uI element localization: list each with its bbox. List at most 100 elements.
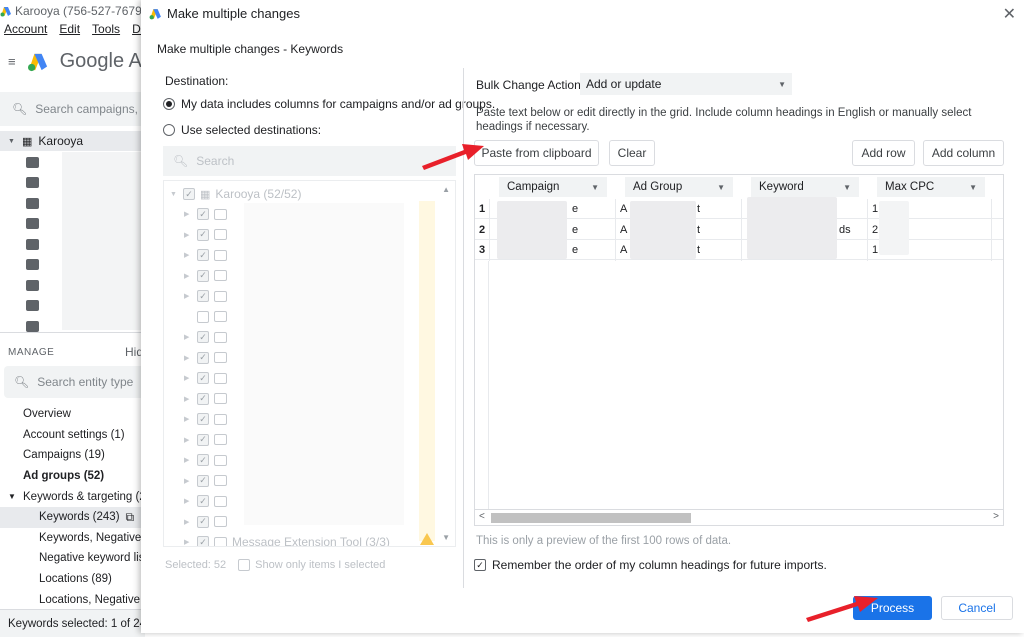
menu-account[interactable]: Account — [4, 22, 47, 36]
table-cell[interactable]: e — [572, 240, 578, 260]
tree-node[interactable]: ▶ ✓ — [184, 225, 227, 245]
table-cell[interactable]: 1 — [872, 240, 878, 260]
bulk-change-select[interactable]: Add or update ▼ — [580, 73, 792, 95]
expand-triangle-icon[interactable]: ▶ — [184, 456, 192, 464]
table-cell[interactable]: 2 — [872, 220, 878, 240]
tree-node-last[interactable]: ▶ ✓ Message Extension Tool (3/3) — [184, 532, 390, 546]
expand-triangle-icon[interactable]: ▶ — [184, 538, 192, 546]
table-cell[interactable]: A — [620, 199, 627, 219]
checkbox[interactable]: ✓ — [197, 331, 209, 343]
checkbox[interactable]: ✓ — [197, 392, 209, 405]
open-external-icon[interactable]: ⧉ — [126, 510, 135, 525]
scroll-right-icon[interactable]: > — [993, 511, 999, 522]
column-header-campaign[interactable]: Campaign ▼ — [499, 177, 607, 197]
table-cell[interactable]: ds — [839, 220, 851, 240]
checkbox[interactable]: ✓ — [197, 269, 209, 282]
checkbox[interactable]: ✓ — [183, 188, 195, 200]
manage-item-keywords[interactable]: Keywords (243) ⧉ — [0, 506, 145, 528]
collapse-menu-icon[interactable]: ≡ — [8, 54, 16, 69]
tree-node[interactable]: ▶ ✓ — [184, 471, 227, 491]
expand-triangle-icon[interactable]: ▶ — [184, 231, 192, 239]
tree-node[interactable]: ▶ ✓ — [184, 266, 227, 286]
checkbox[interactable] — [238, 559, 251, 571]
manage-item-campaigns[interactable]: Campaigns (19) — [0, 445, 145, 466]
chevron-down-icon[interactable]: ▼ — [843, 183, 851, 192]
manage-item-ad-groups[interactable]: Ad groups (52) — [0, 466, 145, 487]
expand-triangle-icon[interactable]: ▶ — [184, 354, 192, 362]
column-header-max-cpc[interactable]: Max CPC ▼ — [877, 177, 985, 197]
scrollbar-thumb[interactable] — [491, 513, 691, 523]
scroll-down-icon[interactable]: ▼ — [442, 533, 450, 542]
checkbox[interactable]: ✓ — [197, 433, 209, 446]
show-only-selected-option[interactable]: Show only items I selected — [238, 559, 385, 571]
account-tree-root[interactable]: ▼ ▦ Karooya — [0, 131, 145, 151]
entity-search-input[interactable]: 🔍︎ Search entity type — [4, 366, 144, 398]
chevron-down-icon[interactable]: ▼ — [717, 183, 725, 192]
checkbox[interactable]: ✓ — [197, 208, 209, 220]
chevron-down-icon[interactable]: ▼ — [969, 183, 977, 192]
expand-triangle-icon[interactable]: ▼ — [170, 191, 178, 198]
table-cell[interactable]: 1 — [872, 199, 878, 219]
table-cell[interactable]: A — [620, 240, 627, 260]
expand-triangle-icon[interactable]: ▶ — [184, 415, 192, 423]
tree-node[interactable]: ▶ ✓ — [184, 512, 227, 532]
table-cell[interactable]: e — [572, 220, 578, 240]
expand-triangle-icon[interactable]: ▶ — [184, 272, 192, 280]
expand-triangle-icon[interactable]: ▶ — [184, 251, 192, 259]
scroll-up-icon[interactable]: ▲ — [442, 185, 450, 194]
expand-triangle-icon[interactable]: ▶ — [184, 518, 192, 526]
expand-triangle-icon[interactable]: ▶ — [184, 477, 192, 485]
tree-node[interactable]: ▶ ✓ — [184, 491, 227, 511]
remember-headings-option[interactable]: ✓ Remember the order of my column headin… — [474, 558, 827, 572]
expand-triangle-icon[interactable]: ▶ — [184, 374, 192, 382]
expand-triangle-icon[interactable]: ▼ — [8, 492, 16, 501]
table-cell[interactable]: t — [697, 240, 700, 260]
table-cell[interactable]: e — [572, 199, 578, 219]
manage-item-keywords-targeting[interactable]: ▼ Keywords & targeting (2,38 — [0, 486, 145, 507]
tree-node[interactable] — [184, 307, 227, 327]
clear-button[interactable]: Clear — [609, 140, 655, 166]
checkbox[interactable]: ✓ — [197, 536, 209, 546]
manage-item-negative-keyword-lists[interactable]: Negative keyword lists — [0, 548, 145, 569]
tree-node[interactable]: ▶ ✓ — [184, 348, 227, 368]
process-button[interactable]: Process — [853, 596, 932, 620]
expand-triangle-icon[interactable]: ▶ — [184, 292, 192, 300]
tree-node[interactable]: ▶ ✓ — [184, 245, 227, 265]
paste-from-clipboard-button[interactable]: Paste from clipboard — [474, 140, 599, 166]
checkbox[interactable]: ✓ — [197, 454, 209, 466]
checkbox[interactable]: ✓ — [197, 228, 209, 241]
checkbox[interactable]: ✓ — [197, 249, 209, 261]
expand-triangle-icon[interactable]: ▶ — [184, 497, 192, 505]
campaign-search-input[interactable]: 🔍︎ Search campaigns, ad — [0, 92, 145, 126]
expand-triangle-icon[interactable]: ▶ — [184, 395, 192, 403]
menu-edit[interactable]: Edit — [59, 22, 80, 36]
tree-node[interactable]: ▶ ✓ — [184, 430, 227, 450]
manage-item-overview[interactable]: Overview — [0, 404, 145, 425]
manage-item-keywords-negative[interactable]: Keywords, Negative (2, — [0, 528, 145, 549]
checkbox[interactable]: ✓ — [197, 351, 209, 364]
radio-unselected-icon[interactable] — [163, 124, 175, 136]
radio-columns-option[interactable]: My data includes columns for campaigns a… — [163, 97, 495, 111]
tree-node[interactable]: ▶ ✓ — [184, 389, 227, 409]
checkbox[interactable]: ✓ — [197, 372, 209, 384]
table-cell[interactable]: t — [697, 199, 700, 219]
expand-triangle-icon[interactable]: ▼ — [8, 138, 16, 145]
checkbox[interactable]: ✓ — [197, 495, 209, 507]
checkbox[interactable]: ✓ — [197, 413, 209, 425]
table-cell[interactable]: A — [620, 220, 627, 240]
radio-selected-destinations-option[interactable]: Use selected destinations: — [163, 123, 321, 137]
tree-node[interactable]: ▶ ✓ — [184, 204, 227, 224]
tree-node[interactable]: ▶ ✓ — [184, 450, 227, 470]
tree-root-node[interactable]: ▼ ✓ ▦ Karooya (52/52) — [170, 184, 301, 204]
manage-item-locations[interactable]: Locations (89) — [0, 569, 145, 590]
add-row-button[interactable]: Add row — [852, 140, 915, 166]
table-cell[interactable]: t — [697, 220, 700, 240]
radio-selected-icon[interactable] — [163, 98, 175, 110]
expand-triangle-icon[interactable]: ▶ — [184, 436, 192, 444]
cancel-button[interactable]: Cancel — [941, 596, 1013, 620]
column-header-keyword[interactable]: Keyword ▼ — [751, 177, 859, 197]
destination-search-input[interactable]: 🔍︎ Search — [163, 146, 456, 176]
checkbox[interactable] — [197, 310, 209, 323]
column-header-ad-group[interactable]: Ad Group ▼ — [625, 177, 733, 197]
tree-node[interactable]: ▶ ✓ — [184, 368, 227, 388]
